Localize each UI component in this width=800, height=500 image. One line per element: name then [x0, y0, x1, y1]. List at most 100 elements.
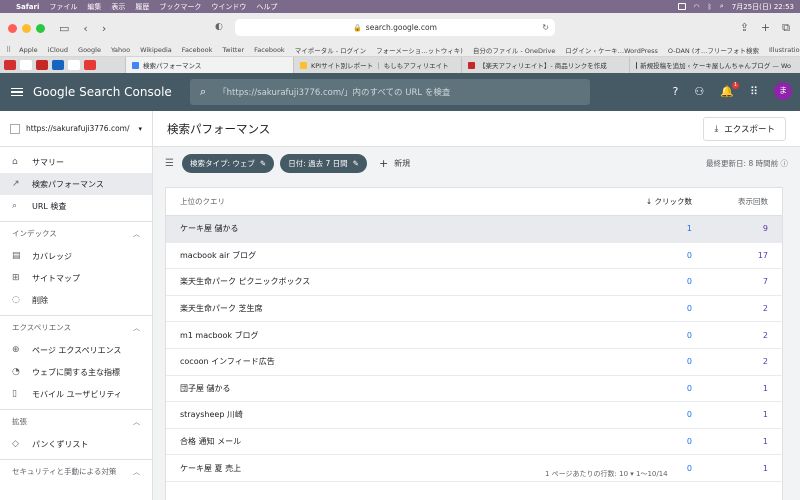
- forward-icon[interactable]: ›: [102, 22, 106, 35]
- last-updated: 最終更新日: 8 時間前 ⓘ: [706, 158, 788, 169]
- pinned-site-icon[interactable]: [52, 60, 64, 70]
- phone-icon: ▯: [12, 389, 17, 399]
- bluetooth-icon[interactable]: ᛒ: [708, 3, 712, 11]
- tab-overview-icon[interactable]: ⧉: [782, 21, 790, 35]
- bookmark-item[interactable]: Illustrations | unDraw: [769, 46, 800, 54]
- menu-view[interactable]: 表示: [111, 2, 125, 12]
- bookmark-item[interactable]: Facebook: [182, 46, 213, 54]
- help-icon[interactable]: ?: [673, 85, 679, 98]
- datetime[interactable]: 7月25日(日) 22:53: [732, 2, 794, 12]
- sidebar-item-page-experience[interactable]: ⊕ ページ エクスペリエンス: [0, 339, 152, 361]
- table-row[interactable]: 楽天生命パーク 芝生席 0 2: [166, 296, 782, 323]
- filter-icon[interactable]: ☰: [165, 158, 174, 169]
- bookmark-item[interactable]: Google: [78, 46, 101, 54]
- table-row[interactable]: ケーキ屋 儲かる 1 9: [166, 216, 782, 243]
- tab-new-post[interactable]: 新規投稿を追加 ‹ ケーキ屋しんちゃんブログ — Wo: [629, 57, 797, 73]
- menu-icon[interactable]: [11, 87, 23, 97]
- battery-icon[interactable]: [677, 3, 686, 10]
- table-row[interactable]: 楽天生命パーク ピクニックボックス 0 7: [166, 269, 782, 296]
- sidebar-item-sitemaps[interactable]: ⊞ サイトマップ: [0, 267, 152, 289]
- pinned-rakuten-icon[interactable]: [36, 60, 48, 70]
- sidebar-toggle-icon[interactable]: ▭: [59, 22, 69, 35]
- tab-rakuten-affiliate[interactable]: 【楽天アフィリエイト】- 商品リンクを作成: [461, 57, 629, 73]
- table-row[interactable]: m1 macbook ブログ 0 2: [166, 322, 782, 349]
- sidebar-item-summary[interactable]: ⌂ サマリー: [0, 151, 152, 173]
- table-row[interactable]: straysheep 川崎 0 1: [166, 402, 782, 429]
- bookmark-item[interactable]: O-DAN (オ…フリーフォト検索: [668, 45, 759, 55]
- header-clicks[interactable]: ↓ クリック数: [592, 196, 692, 207]
- table-row[interactable]: 団子屋 儲かる 0 1: [166, 376, 782, 403]
- property-selector[interactable]: https://sakurafuji3776.com/ ▾: [0, 111, 152, 147]
- table-row[interactable]: macbook air ブログ 0 17: [166, 243, 782, 270]
- help-circle-icon[interactable]: ⓘ: [781, 159, 789, 168]
- bookmark-item[interactable]: Apple: [19, 46, 38, 54]
- pinned-amazon-icon[interactable]: [68, 60, 80, 70]
- bookmark-item[interactable]: フォーメーショ…ットウィキ): [376, 45, 463, 55]
- search-placeholder: 「https://sakurafuji3776.com/」内のすべての URL …: [218, 88, 451, 98]
- bookmark-item[interactable]: iCloud: [48, 46, 68, 54]
- menu-history[interactable]: 履歴: [135, 2, 149, 12]
- menu-edit[interactable]: 編集: [87, 2, 101, 12]
- new-filter-button[interactable]: + 新規: [379, 157, 410, 170]
- table-row[interactable]: ケーキ屋 夏 売上 0 1: [166, 455, 782, 482]
- menu-file[interactable]: ファイル: [49, 2, 77, 12]
- minimize-window-button[interactable]: [22, 23, 31, 33]
- privacy-shield-icon[interactable]: ◐: [215, 22, 223, 32]
- export-button[interactable]: ⤓ エクスポート: [703, 116, 786, 141]
- sidebar-item-coverage[interactable]: ▤ カバレッジ: [0, 245, 152, 267]
- impressions-cell: 17: [757, 250, 768, 260]
- spotlight-icon[interactable]: ⌕: [720, 2, 724, 11]
- section-enhancements[interactable]: 拡張 ︿: [0, 409, 152, 433]
- apps-grid-icon[interactable]: ⠿: [750, 85, 758, 98]
- bookmark-item[interactable]: Twitter: [222, 46, 244, 54]
- gsc-logo[interactable]: Google Search Console: [33, 85, 172, 99]
- menu-window[interactable]: ウインドウ: [211, 2, 246, 12]
- section-title: セキュリティと手動による対策: [12, 467, 117, 476]
- header-impressions[interactable]: 表示回数: [692, 196, 782, 207]
- users-settings-icon[interactable]: ⚇: [694, 85, 704, 98]
- menu-help[interactable]: ヘルプ: [256, 2, 277, 12]
- sidebar-item-removals[interactable]: ◌ 削除: [0, 289, 152, 311]
- sidebar-item-search-performance[interactable]: ↗ 検索パフォーマンス: [0, 173, 152, 195]
- url-inspect-search[interactable]: ⌕ 「https://sakurafuji3776.com/」内のすべての UR…: [190, 79, 590, 105]
- sidebar-item-url-inspection[interactable]: ⌕ URL 検査: [0, 195, 152, 217]
- avatar[interactable]: ま: [774, 82, 792, 100]
- sidebar-item-core-web-vitals[interactable]: ◔ ウェブに関する主な指標: [0, 361, 152, 383]
- close-window-button[interactable]: [8, 23, 17, 33]
- section-index[interactable]: インデックス ︿: [0, 221, 152, 245]
- pinned-youtube-icon[interactable]: [84, 60, 96, 70]
- bookmarks-grid-icon[interactable]: ⠿: [6, 46, 11, 54]
- wifi-icon[interactable]: ◠: [694, 3, 700, 11]
- bookmark-item[interactable]: 自分のファイル - OneDrive: [473, 45, 556, 55]
- notifications-icon[interactable]: 🔔 1: [720, 81, 739, 98]
- bookmark-item[interactable]: Wikipedia: [140, 46, 172, 54]
- chip-search-type[interactable]: 検索タイプ: ウェブ ✎: [181, 153, 275, 173]
- header-query[interactable]: 上位のクエリ: [166, 196, 592, 207]
- bookmark-item[interactable]: ログイン ‹ ケーキ…WordPress: [565, 45, 658, 55]
- impressions-cell: 1: [762, 437, 768, 447]
- caret-down-icon: ▾: [138, 124, 142, 133]
- menu-bookmarks[interactable]: ブックマーク: [159, 2, 201, 12]
- menu-app[interactable]: Safari: [16, 3, 39, 11]
- new-tab-icon[interactable]: +: [761, 21, 770, 35]
- sidebar-item-mobile-usability[interactable]: ▯ モバイル ユーザビリティ: [0, 383, 152, 405]
- chip-date[interactable]: 日付: 過去 7 日間 ✎: [280, 153, 367, 173]
- back-icon[interactable]: ‹: [83, 22, 87, 35]
- pagination[interactable]: 1 ページあたりの行数: 10 ▾ 1～10/14: [545, 469, 668, 479]
- table-row[interactable]: cocoon インフィード広告 0 2: [166, 349, 782, 376]
- section-experience[interactable]: エクスペリエンス ︿: [0, 315, 152, 339]
- address-bar[interactable]: 🔒 search.google.com ↻: [235, 19, 555, 36]
- section-security[interactable]: セキュリティと手動による対策 ︿: [0, 459, 152, 483]
- pinned-yahoo-icon[interactable]: [4, 60, 16, 70]
- sidebar-item-breadcrumbs[interactable]: ◇ パンくずリスト: [0, 433, 152, 455]
- share-icon[interactable]: ⇪: [740, 21, 749, 35]
- tab-search-performance[interactable]: 検索パフォーマンス: [125, 57, 293, 73]
- pinned-google-icon[interactable]: [20, 60, 32, 70]
- reload-icon[interactable]: ↻: [542, 23, 549, 32]
- bookmark-item[interactable]: Yahoo: [111, 46, 130, 54]
- bookmark-item[interactable]: マイポータル - ログイン: [295, 45, 366, 55]
- table-row[interactable]: 合格 通知 メール 0 1: [166, 429, 782, 456]
- zoom-window-button[interactable]: [36, 23, 45, 33]
- tab-kpi-report[interactable]: KPIサイト別レポート ｜ もしもアフィリエイト: [293, 57, 461, 73]
- bookmark-item[interactable]: Facebook: [254, 46, 285, 54]
